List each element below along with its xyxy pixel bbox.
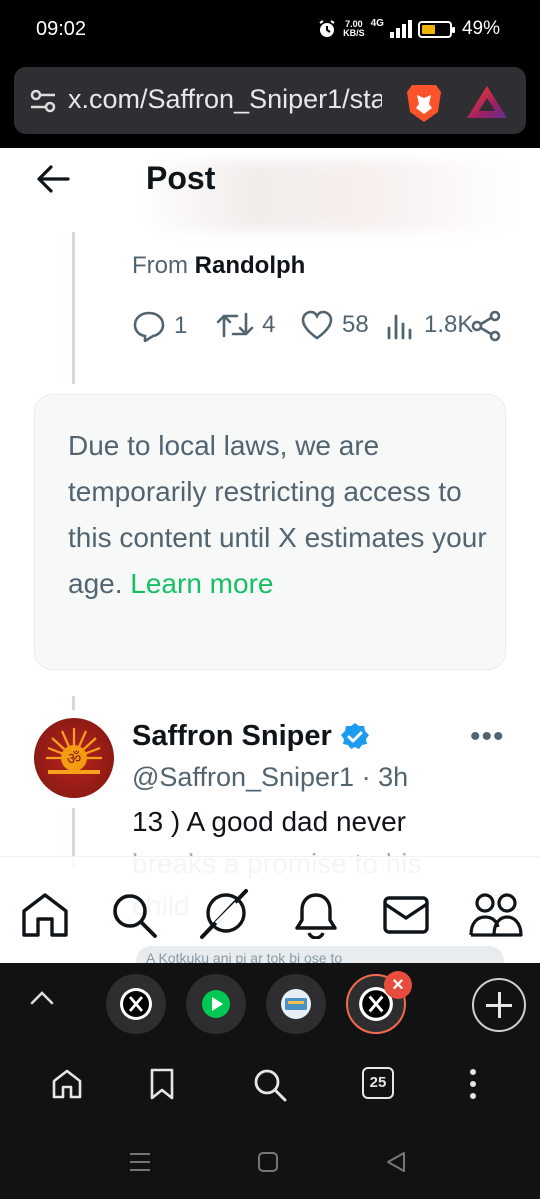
quoted-from[interactable]: From Randolph — [132, 252, 305, 280]
post-header: Post — [0, 148, 540, 232]
share-button[interactable] — [470, 310, 502, 342]
home-icon[interactable] — [20, 891, 70, 939]
tab-x-1[interactable] — [106, 974, 166, 1034]
browser-tab-strip: × — [0, 963, 540, 1045]
grok-icon[interactable] — [198, 887, 252, 941]
new-tab-button[interactable] — [472, 978, 526, 1032]
bookmark-icon[interactable] — [148, 1067, 176, 1101]
thumbnail-icon — [281, 989, 311, 1019]
repost-button[interactable]: 4 — [216, 310, 275, 340]
view-count: 1.8K — [424, 311, 474, 338]
like-button[interactable]: 58 — [300, 310, 369, 340]
x-logo-icon — [120, 988, 152, 1020]
post-text-line: 13 ) A good dad never — [132, 806, 406, 837]
communities-icon[interactable] — [468, 891, 524, 939]
network-speed: 7.00 KB/S — [343, 20, 365, 38]
avatar[interactable]: ॐ — [34, 718, 114, 798]
om-sun-logo-icon: ॐ — [46, 728, 102, 774]
share-icon — [471, 310, 501, 342]
reply-icon — [133, 311, 165, 342]
from-name: Randolph — [194, 252, 306, 279]
menu-dots-icon[interactable] — [466, 1067, 480, 1101]
brave-shields-icon[interactable] — [404, 81, 444, 123]
tab-count-button[interactable]: 25 — [362, 1067, 394, 1099]
notifications-bell-icon[interactable] — [294, 891, 338, 939]
network-type: 4G — [370, 17, 384, 29]
system-navigation-bar — [0, 1127, 540, 1199]
post-author[interactable]: Saffron Sniper — [132, 720, 370, 753]
close-tab-icon[interactable]: × — [384, 971, 412, 999]
browser-search-icon[interactable] — [252, 1067, 288, 1103]
system-back-icon[interactable] — [385, 1151, 407, 1173]
more-options-icon[interactable]: ••• — [470, 720, 505, 754]
browser-address-area: x.com/Saffron_Sniper1/status — [0, 62, 540, 148]
toast-hint: A Kotkuku ani pi ar tok bi ose to — [136, 946, 504, 963]
system-home-icon[interactable] — [257, 1151, 279, 1173]
thread-line-top — [72, 696, 75, 710]
address-bar[interactable]: x.com/Saffron_Sniper1/status — [14, 67, 526, 134]
site-settings-icon[interactable] — [30, 89, 56, 113]
svg-text:ॐ: ॐ — [67, 749, 82, 768]
reply-button[interactable]: 1 — [132, 310, 187, 342]
play-app-icon — [202, 990, 230, 1018]
status-time: 09:02 — [36, 18, 87, 40]
recents-icon[interactable] — [128, 1151, 152, 1173]
repost-icon — [216, 312, 254, 338]
notice-text: Due to local laws, we are temporarily re… — [68, 423, 488, 607]
status-bar: 09:02 7.00 KB/S 4G 49% — [0, 0, 540, 62]
repost-count: 4 — [262, 311, 276, 338]
thread-line — [72, 232, 75, 384]
search-icon[interactable] — [110, 891, 158, 939]
tab-image[interactable] — [266, 974, 326, 1034]
status-icons: 7.00 KB/S 4G 49% — [317, 18, 500, 40]
post-actions: 1 4 58 1.8K — [132, 310, 512, 350]
verified-badge-icon — [340, 722, 369, 749]
author-name: Saffron Sniper — [132, 720, 332, 752]
author-handle[interactable]: @Saffron_Sniper1 — [132, 762, 354, 792]
chevron-up-icon[interactable] — [28, 987, 56, 1009]
alarm-icon — [319, 20, 335, 37]
views-icon — [387, 314, 412, 340]
age-restriction-notice: Due to local laws, we are temporarily re… — [34, 394, 506, 670]
brave-rewards-icon[interactable] — [466, 85, 508, 119]
page-title: Post — [146, 160, 216, 196]
author-handle-line: @Saffron_Sniper1 · 3h — [132, 762, 408, 793]
messages-envelope-icon[interactable] — [382, 895, 430, 935]
speed-unit: KB/S — [343, 28, 365, 38]
reply-count: 1 — [174, 312, 188, 339]
heart-icon — [301, 310, 333, 340]
signal-icon — [389, 20, 412, 38]
url-text[interactable]: x.com/Saffron_Sniper1/status — [68, 84, 382, 115]
views-button[interactable]: 1.8K — [386, 310, 473, 340]
separator: · — [361, 762, 371, 792]
tab-media-player[interactable] — [186, 974, 246, 1034]
browser-home-icon[interactable] — [50, 1067, 84, 1101]
battery-percent: 49% — [461, 18, 500, 39]
browser-toolbar: 25 — [0, 1045, 540, 1127]
back-arrow-icon[interactable] — [36, 164, 70, 194]
learn-more-link[interactable]: Learn more — [130, 568, 273, 599]
from-label: From — [132, 252, 188, 279]
battery-icon — [417, 20, 455, 38]
like-count: 58 — [342, 311, 369, 338]
post-time: 3h — [378, 762, 409, 792]
x-post-page: Post From Randolph 1 4 58 1.8K Due to lo… — [0, 148, 540, 963]
